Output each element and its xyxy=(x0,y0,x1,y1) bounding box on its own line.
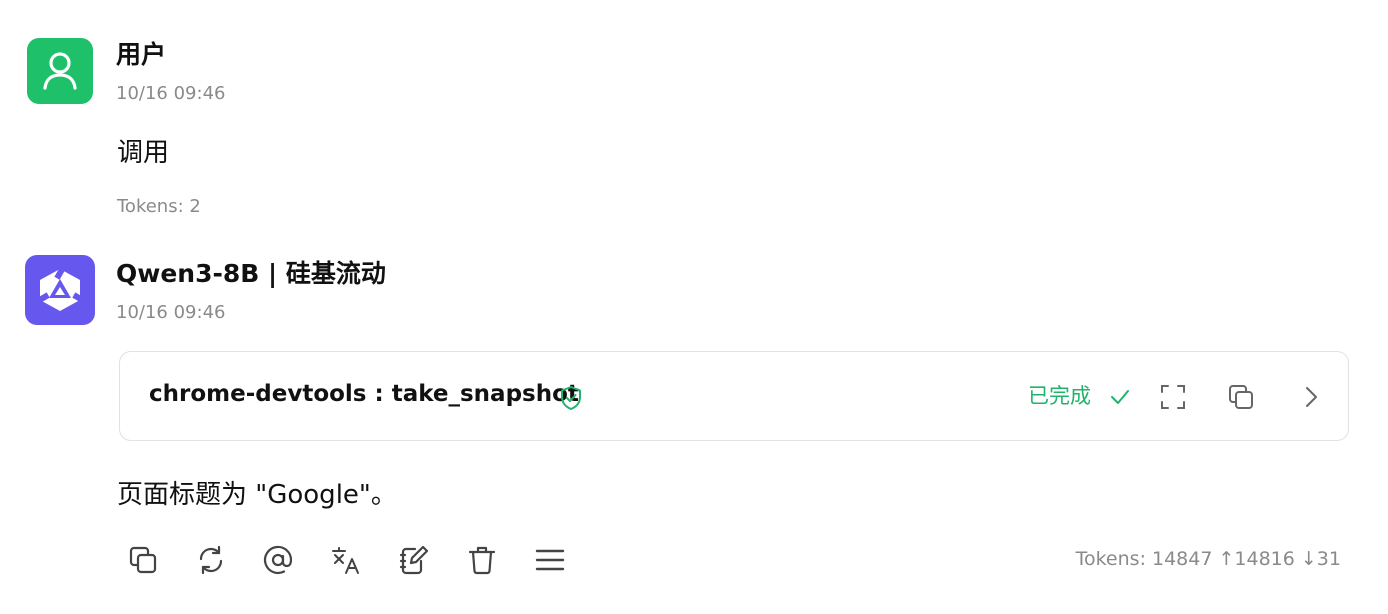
translate-icon[interactable] xyxy=(330,544,362,576)
user-message-time: 10/16 09:46 xyxy=(116,83,226,104)
refresh-icon[interactable] xyxy=(195,544,227,576)
fullscreen-icon[interactable] xyxy=(1159,383,1187,411)
assistant-message-time: 10/16 09:46 xyxy=(116,302,226,323)
tool-call-status: 已完成 xyxy=(1028,384,1091,408)
user-avatar xyxy=(27,38,93,104)
check-icon xyxy=(1111,390,1129,404)
delete-icon[interactable] xyxy=(466,544,498,576)
user-sender-name: 用户 xyxy=(116,40,167,69)
user-message-text: 调用 xyxy=(117,138,170,168)
edit-icon[interactable] xyxy=(398,544,430,576)
assistant-avatar xyxy=(25,255,95,325)
menu-icon[interactable] xyxy=(534,544,566,576)
copy-icon[interactable] xyxy=(127,544,159,576)
mention-icon[interactable] xyxy=(262,544,294,576)
assistant-sender-name: Qwen3-8B | 硅基流动 xyxy=(116,259,386,288)
tool-call-card[interactable]: chrome-devtools : take_snapshot 已完成 xyxy=(119,351,1349,441)
qwen-logo-icon xyxy=(36,266,85,311)
tool-call-name: chrome-devtools : take_snapshot xyxy=(149,381,579,407)
assistant-token-count: Tokens: 14847 ↑14816 ↓31 xyxy=(1075,548,1341,570)
assistant-message-text: 页面标题为 "Google"。 xyxy=(117,480,397,510)
copy-icon[interactable] xyxy=(1227,383,1255,411)
user-icon xyxy=(43,52,77,90)
user-token-count: Tokens: 2 xyxy=(117,196,201,217)
shield-check-icon xyxy=(561,386,581,410)
chevron-right-icon[interactable] xyxy=(1297,383,1325,411)
